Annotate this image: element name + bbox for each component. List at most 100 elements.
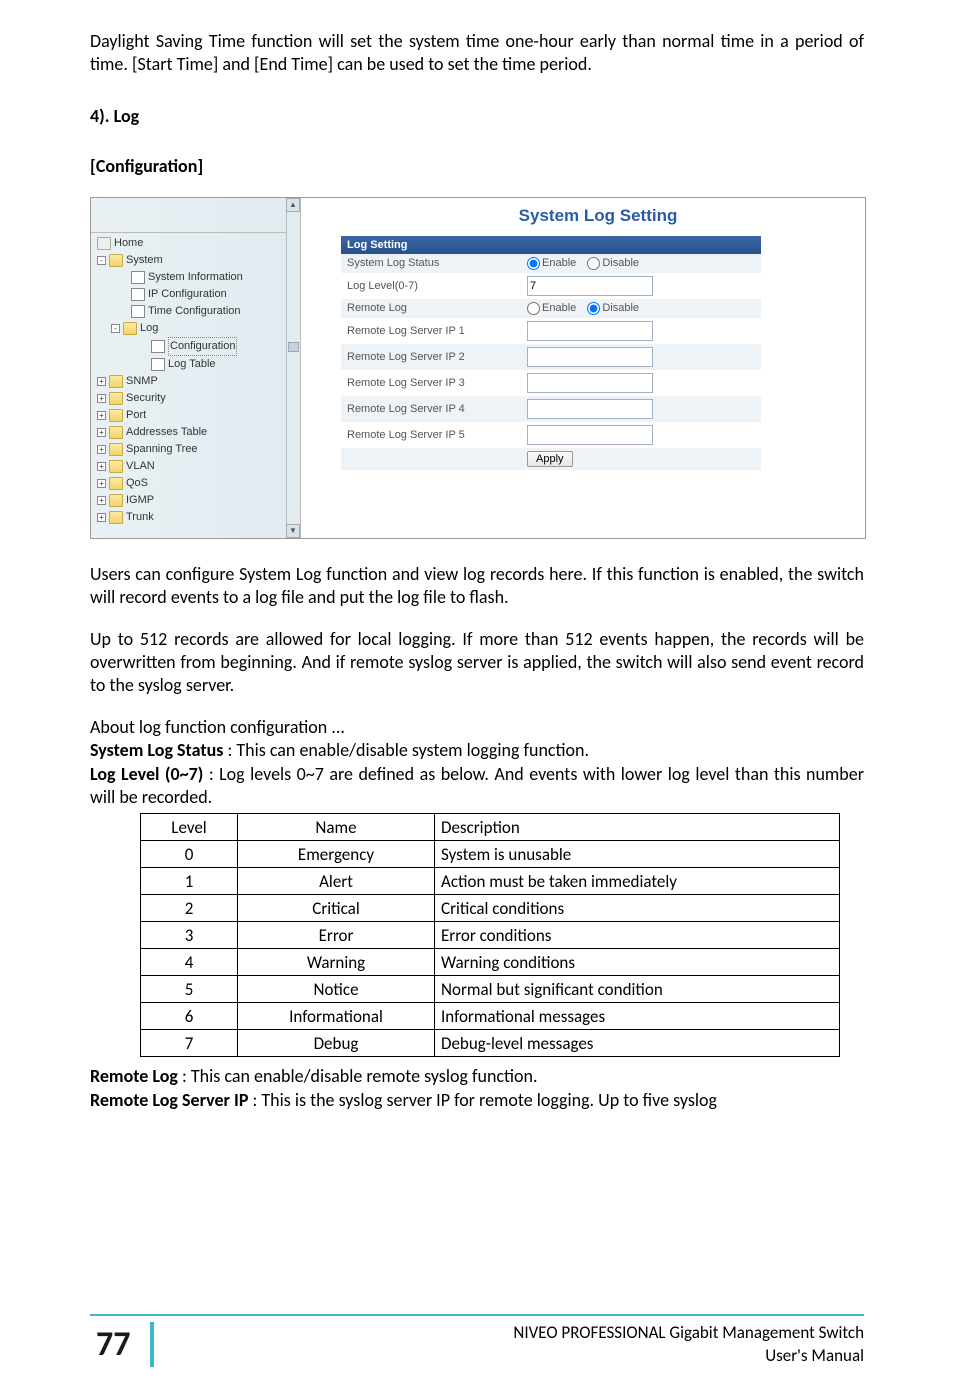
nav-item-port[interactable]: + Port	[97, 407, 296, 424]
server-ip-input-5[interactable]	[527, 425, 653, 445]
nav-item-security[interactable]: + Security	[97, 390, 296, 407]
cell-level: 4	[141, 949, 238, 976]
scroll-down-button[interactable]: ▼	[286, 524, 300, 538]
nav-item-igmp[interactable]: + IGMP	[97, 492, 296, 509]
nav-item-log-config[interactable]: Configuration	[97, 337, 296, 356]
row-label: Remote Log Server IP 2	[347, 351, 527, 363]
table-row: 3ErrorError conditions	[141, 922, 840, 949]
expand-icon[interactable]: +	[97, 394, 106, 403]
sys-status-rest: : This can enable/disable system logging…	[223, 739, 589, 761]
nav-label: Security	[126, 390, 166, 407]
nav-item-vlan[interactable]: + VLAN	[97, 458, 296, 475]
nav-item-spanning-tree[interactable]: + Spanning Tree	[97, 441, 296, 458]
row-server-ip-4: Remote Log Server IP 4	[341, 396, 761, 422]
desc-para2: Up to 512 records are allowed for local …	[90, 628, 864, 698]
row-server-ip-2: Remote Log Server IP 2	[341, 344, 761, 370]
loglevel-rest: : Log levels 0~7 are defined as below. A…	[90, 763, 864, 808]
collapse-icon[interactable]: -	[111, 324, 120, 333]
log-setting-panel: Log Setting System Log Status Enable Dis…	[341, 236, 761, 470]
desc-para1: Users can configure System Log function …	[90, 563, 864, 610]
collapse-icon[interactable]: -	[97, 256, 106, 265]
cell-name: Informational	[238, 1003, 435, 1030]
remote-ip-rest: : This is the syslog server IP for remot…	[248, 1089, 717, 1111]
sys-status-bold: System Log Status	[90, 739, 223, 761]
nav-item-log-table[interactable]: Log Table	[97, 356, 296, 373]
server-ip-input-4[interactable]	[527, 399, 653, 419]
loglevel-bold: Log Level (0~7)	[90, 763, 203, 785]
server-ip-input-2[interactable]	[527, 347, 653, 367]
panel-title: System Log Setting	[341, 206, 855, 226]
cell-level: 5	[141, 976, 238, 1003]
dst-paragraph: Daylight Saving Time function will set t…	[90, 30, 864, 77]
scrollbar-thumb[interactable]	[288, 342, 299, 352]
folder-icon	[109, 409, 123, 422]
nav-item-home[interactable]: Home	[97, 235, 296, 252]
folder-icon	[109, 511, 123, 524]
col-desc-header: Description	[435, 814, 840, 841]
nav-item-qos[interactable]: + QoS	[97, 475, 296, 492]
radio-disable[interactable]: Disable	[587, 257, 639, 269]
radio-enable[interactable]: Enable	[527, 302, 576, 314]
apply-button[interactable]: Apply	[527, 451, 573, 467]
row-label: Remote Log Server IP 1	[347, 325, 527, 337]
expand-icon[interactable]: +	[97, 445, 106, 454]
scroll-up-button[interactable]: ▲	[286, 198, 300, 212]
expand-icon[interactable]: +	[97, 496, 106, 505]
document-icon	[131, 288, 145, 301]
cell-level: 0	[141, 841, 238, 868]
server-ip-input-1[interactable]	[527, 321, 653, 341]
scrollbar-track[interactable]	[286, 212, 300, 524]
expand-icon[interactable]: +	[97, 377, 106, 386]
nav-label: VLAN	[126, 458, 155, 475]
cell-description: Debug-level messages	[435, 1030, 840, 1057]
table-row: 5NoticeNormal but significant condition	[141, 976, 840, 1003]
nav-item-time-config[interactable]: Time Configuration	[97, 303, 296, 320]
nav-item-log[interactable]: - Log	[97, 320, 296, 337]
radio-disable[interactable]: Disable	[587, 302, 639, 314]
cell-description: Normal but significant condition	[435, 976, 840, 1003]
nav-item-ip-config[interactable]: IP Configuration	[97, 286, 296, 303]
row-label: Remote Log Server IP 4	[347, 403, 527, 415]
about-line: About log function configuration ...	[90, 716, 864, 739]
footer-line1: NIVEO PROFESSIONAL Gigabit Management Sw…	[513, 1322, 864, 1343]
nav-label: Home	[114, 235, 143, 252]
radio-enable-input[interactable]	[527, 257, 540, 270]
cell-level: 2	[141, 895, 238, 922]
nav-item-system-info[interactable]: System Information	[97, 269, 296, 286]
expand-icon[interactable]: +	[97, 462, 106, 471]
row-remote-log: Remote Log Enable Disable	[341, 299, 761, 318]
log-level-input[interactable]	[527, 276, 653, 296]
server-ip-input-3[interactable]	[527, 373, 653, 393]
nav-tree-pane: ▲ ▼ Home - System System Information	[91, 198, 301, 538]
nav-item-snmp[interactable]: + SNMP	[97, 373, 296, 390]
expand-icon[interactable]: +	[97, 513, 106, 522]
folder-icon	[109, 443, 123, 456]
expand-icon[interactable]: +	[97, 479, 106, 488]
row-server-ip-5: Remote Log Server IP 5	[341, 422, 761, 448]
cell-description: Warning conditions	[435, 949, 840, 976]
radio-enable-input[interactable]	[527, 302, 540, 315]
document-icon	[131, 305, 145, 318]
nav-label: IGMP	[126, 492, 154, 509]
nav-label: System Information	[148, 269, 243, 286]
expand-icon[interactable]: +	[97, 428, 106, 437]
cell-name: Notice	[238, 976, 435, 1003]
nav-label: QoS	[126, 475, 148, 492]
panel-header: Log Setting	[341, 236, 761, 254]
document-icon	[151, 340, 165, 353]
remote-ip-bold: Remote Log Server IP	[90, 1089, 248, 1111]
expand-icon[interactable]: +	[97, 411, 106, 420]
radio-enable[interactable]: Enable	[527, 257, 576, 269]
section-config-heading: [Configuration]	[90, 155, 864, 177]
nav-label: Spanning Tree	[126, 441, 198, 458]
nav-item-addresses[interactable]: + Addresses Table	[97, 424, 296, 441]
radio-disable-input[interactable]	[587, 257, 600, 270]
nav-item-system[interactable]: - System	[97, 252, 296, 269]
config-screenshot: ▲ ▼ Home - System System Information	[90, 197, 866, 539]
cell-level: 1	[141, 868, 238, 895]
table-row: 6InformationalInformational messages	[141, 1003, 840, 1030]
nav-item-trunk[interactable]: + Trunk	[97, 509, 296, 526]
radio-disable-input[interactable]	[587, 302, 600, 315]
loglevel-line: Log Level (0~7) : Log levels 0~7 are def…	[90, 763, 864, 810]
home-icon	[97, 237, 111, 250]
